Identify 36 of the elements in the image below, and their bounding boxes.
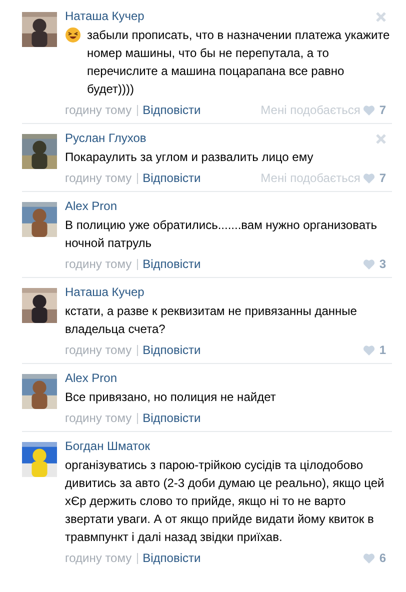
reply-link[interactable]: Відповісти <box>142 410 201 426</box>
timestamp: годину тому <box>65 102 132 118</box>
comment-text: забыли прописать, что в назначении платежа укажите номер машины, что бы не перепутала, а то перечислите а машина поцарапана все равно будет)))) <box>87 27 391 98</box>
like-count: 3 <box>379 256 386 272</box>
reply-link[interactable]: Відповісти <box>142 256 201 272</box>
comment-text: кстати, а разве к реквизитам не привязанны данные владельца счета? <box>65 303 358 338</box>
timestamp: годину тому <box>65 256 132 272</box>
like-count: 1 <box>379 342 386 358</box>
like-count: 6 <box>379 550 386 566</box>
like-count: 7 <box>379 102 386 118</box>
author-name[interactable]: Руслан Глухов <box>65 130 146 147</box>
author-name[interactable]: Alex Pron <box>65 198 118 215</box>
reply-link[interactable]: Відповісти <box>142 170 201 186</box>
timestamp: годину тому <box>65 342 132 358</box>
close-icon[interactable] <box>376 134 386 144</box>
heart-icon[interactable] <box>363 258 376 270</box>
comment-text: організуватись з парою-трійкою сусідів та цілодобово дивитись за авто (2-3 доби думаю це реально), якщо цей хЄр держить слово то прийде, якщо ні то не варто звертати уваги. А от якщо прийде видати йому квиток в травмпункт і далі назад звідки приїхав. <box>65 457 386 546</box>
reply-link[interactable]: Відповісти <box>142 550 201 566</box>
comment-text: Покараулить за углом и развалить лицо ему <box>65 149 314 166</box>
timestamp: годину тому <box>65 410 132 426</box>
like-count: 7 <box>379 170 386 186</box>
comment-text: Все привязано, но полиция не найдет <box>65 389 277 406</box>
heart-icon[interactable] <box>363 172 376 184</box>
heart-icon[interactable] <box>363 552 376 564</box>
author-name[interactable]: Богдан Шматок <box>65 438 150 455</box>
reply-link[interactable]: Відповісти <box>142 102 201 118</box>
close-icon[interactable] <box>376 12 386 22</box>
reply-link[interactable]: Відповісти <box>142 342 201 358</box>
heart-icon[interactable] <box>363 104 376 116</box>
author-name[interactable]: Наташа Кучер <box>65 8 144 25</box>
heart-icon[interactable] <box>363 344 376 356</box>
timestamp: годину тому <box>65 170 132 186</box>
comment-text: В полицию уже обратились.......вам нужно организовать ночной патруль <box>65 217 378 252</box>
author-name[interactable]: Alex Pron <box>65 370 118 387</box>
author-name[interactable]: Наташа Кучер <box>65 284 144 301</box>
timestamp: годину тому <box>65 550 132 566</box>
